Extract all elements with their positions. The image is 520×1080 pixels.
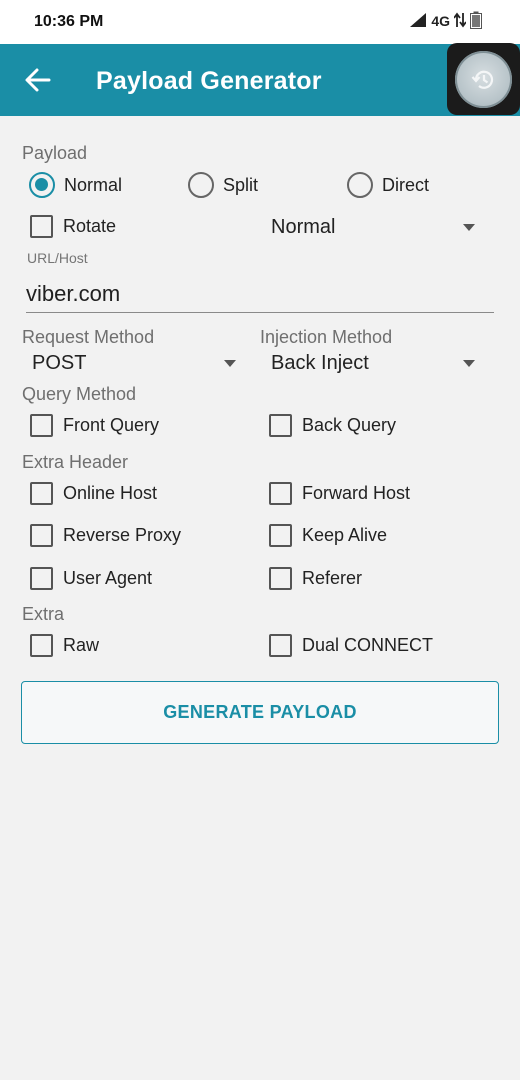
network-type-label: 4G <box>431 13 450 29</box>
signal-icon <box>409 13 427 27</box>
extra-label: Extra <box>22 604 65 624</box>
rotate-checkbox-box[interactable] <box>30 215 53 238</box>
url-host-input[interactable]: viber.com <box>26 279 494 313</box>
request-method-dropdown[interactable]: POST <box>32 352 236 375</box>
forward-host-box[interactable] <box>269 482 292 505</box>
reverse-proxy-checkbox[interactable]: Reverse Proxy <box>21 524 181 547</box>
keep-alive-box[interactable] <box>269 524 292 547</box>
rotate-mode-value: Normal <box>271 216 336 238</box>
referer-box[interactable] <box>269 567 292 590</box>
radio-normal-button[interactable] <box>29 172 55 198</box>
status-icons: 4G <box>409 11 482 29</box>
user-agent-box[interactable] <box>30 567 53 590</box>
front-query-checkbox[interactable]: Front Query <box>21 414 159 437</box>
dual-connect-checkbox[interactable]: Dual CONNECT <box>260 634 433 657</box>
radio-normal-label: Normal <box>64 174 123 195</box>
request-method-label: Request Method <box>22 327 155 347</box>
dropdown-arrow-icon <box>463 360 475 367</box>
request-method-value: POST <box>32 352 87 374</box>
page-title: Payload Generator <box>96 67 322 95</box>
reverse-proxy-box[interactable] <box>30 524 53 547</box>
history-circle <box>455 51 512 108</box>
radio-split[interactable]: Split <box>188 172 258 198</box>
radio-split-label: Split <box>223 174 259 195</box>
history-icon <box>471 70 494 89</box>
extra-header-label: Extra Header <box>22 452 129 472</box>
rotate-mode-dropdown[interactable]: Normal <box>271 216 475 239</box>
injection-method-dropdown[interactable]: Back Inject <box>271 352 475 375</box>
radio-direct[interactable]: Direct <box>347 172 429 198</box>
injection-method-value: Back Inject <box>271 352 369 374</box>
dual-connect-box[interactable] <box>269 634 292 657</box>
injection-method-label: Injection Method <box>260 327 393 347</box>
radio-split-button[interactable] <box>188 172 214 198</box>
back-arrow-icon[interactable] <box>24 66 52 94</box>
battery-icon <box>470 11 482 29</box>
user-agent-label: User Agent <box>63 568 153 588</box>
back-query-label: Back Query <box>302 415 397 435</box>
rotate-checkbox[interactable]: Rotate <box>21 215 116 238</box>
dual-connect-label: Dual CONNECT <box>302 635 434 655</box>
radio-direct-button[interactable] <box>347 172 373 198</box>
status-bar: 10:36 PM 4G <box>0 0 520 44</box>
dropdown-arrow-icon <box>224 360 236 367</box>
status-time: 10:36 PM <box>34 13 104 30</box>
data-transfer-icon <box>454 12 466 28</box>
raw-box[interactable] <box>30 634 53 657</box>
online-host-box[interactable] <box>30 482 53 505</box>
history-button[interactable] <box>447 43 520 115</box>
dropdown-arrow-icon <box>463 224 475 231</box>
rotate-label: Rotate <box>63 216 117 236</box>
online-host-checkbox[interactable]: Online Host <box>21 482 157 505</box>
front-query-label: Front Query <box>63 415 160 435</box>
radio-normal[interactable]: Normal <box>29 172 122 198</box>
query-method-label: Query Method <box>22 384 137 404</box>
radio-direct-label: Direct <box>382 174 430 195</box>
online-host-label: Online Host <box>63 483 158 503</box>
generate-payload-button[interactable]: GENERATE PAYLOAD <box>21 681 499 744</box>
front-query-box[interactable] <box>30 414 53 437</box>
keep-alive-label: Keep Alive <box>302 525 388 545</box>
url-host-label: URL/Host <box>27 250 88 266</box>
raw-label: Raw <box>63 635 100 655</box>
forward-host-checkbox[interactable]: Forward Host <box>260 482 410 505</box>
app-bar: Payload Generator <box>0 44 520 116</box>
referer-checkbox[interactable]: Referer <box>260 567 362 590</box>
forward-host-label: Forward Host <box>302 483 411 503</box>
referer-label: Referer <box>302 568 363 588</box>
user-agent-checkbox[interactable]: User Agent <box>21 567 152 590</box>
raw-checkbox[interactable]: Raw <box>21 634 99 657</box>
keep-alive-checkbox[interactable]: Keep Alive <box>260 524 387 547</box>
back-query-box[interactable] <box>269 414 292 437</box>
reverse-proxy-label: Reverse Proxy <box>63 525 182 545</box>
payload-label: Payload <box>22 143 88 163</box>
back-query-checkbox[interactable]: Back Query <box>260 414 396 437</box>
